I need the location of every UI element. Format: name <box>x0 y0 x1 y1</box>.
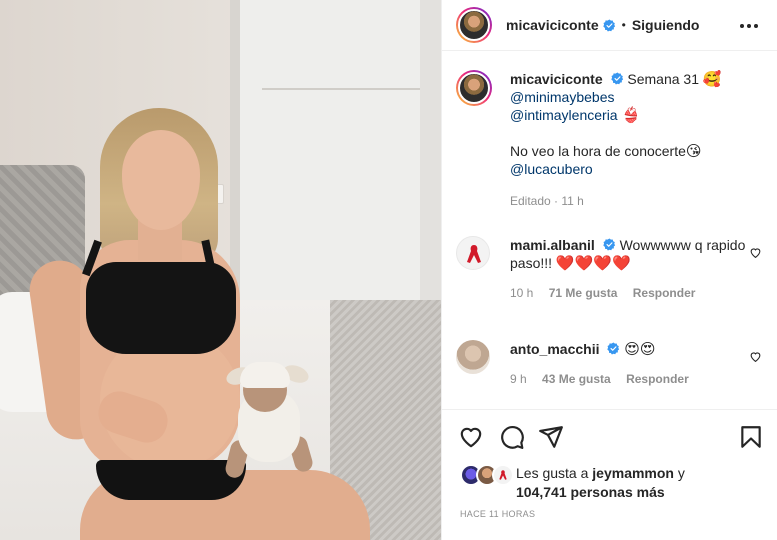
liker-avatar <box>492 464 514 486</box>
mention-link[interactable]: @intimaylenceria <box>510 107 618 123</box>
post-side-panel: micaviciconte • Siguiendo micaviciconte … <box>441 0 777 540</box>
comment-time: 9 h <box>510 372 527 386</box>
save-bookmark-icon[interactable] <box>738 424 764 450</box>
commenter-username[interactable]: anto_macchii <box>510 341 599 357</box>
comment-item: mami.albanil Wowwwww q rapido paso!!! ❤️… <box>456 236 776 302</box>
following-button[interactable]: Siguiendo <box>632 17 700 33</box>
black-underwear <box>96 460 246 500</box>
caption-line: No veo la hora de conocerte <box>510 143 686 159</box>
likes-prefix: Les gusta a <box>516 465 589 481</box>
likes-conj: y <box>677 465 685 481</box>
caption-username[interactable]: micaviciconte <box>510 71 603 87</box>
comment-like-heart-icon[interactable] <box>749 246 762 259</box>
mention-link[interactable]: @minimaybebes <box>510 88 766 106</box>
liker-username[interactable]: jeymammon <box>592 465 674 481</box>
closet-line <box>262 88 422 90</box>
post-header: micaviciconte • Siguiendo <box>442 0 777 51</box>
author-avatar[interactable] <box>456 7 492 43</box>
post-photo[interactable] <box>0 0 441 540</box>
comment-icon[interactable] <box>499 424 525 450</box>
heart-eyes-emoji: 😍😍 <box>624 340 656 358</box>
separator-dot: • <box>621 18 626 32</box>
reply-button[interactable]: Responder <box>633 286 696 300</box>
caption-author-avatar[interactable] <box>456 70 492 106</box>
like-heart-icon[interactable] <box>458 424 484 450</box>
closet-door <box>230 0 441 300</box>
comment-likes[interactable]: 43 Me gusta <box>542 372 611 386</box>
bikini-emoji: 👙 <box>621 106 641 124</box>
reply-button[interactable]: Responder <box>626 372 689 386</box>
comment-likes[interactable]: 71 Me gusta <box>549 286 618 300</box>
smiling-hearts-emoji: 🥰 <box>702 70 722 88</box>
author-username[interactable]: micaviciconte <box>506 17 599 33</box>
likes-count[interactable]: 104,741 personas más <box>516 484 665 500</box>
verified-badge-icon <box>607 342 620 355</box>
mention-link[interactable]: @lucacubero <box>510 160 766 178</box>
commenter-avatar[interactable] <box>456 340 490 374</box>
commenter-username[interactable]: mami.albanil <box>510 237 595 253</box>
commenter-avatar[interactable] <box>456 236 490 270</box>
verified-badge-icon <box>602 238 615 251</box>
likes-summary: Les gusta a jeymammon y 104,741 personas… <box>460 464 770 502</box>
hearts-emoji: ❤️❤️❤️❤️ <box>555 254 631 272</box>
lamb-wool-cap <box>240 362 290 388</box>
caption-text: Semana 31 <box>627 71 699 87</box>
kiss-emoji: 😘 <box>685 142 702 160</box>
comment-time: 10 h <box>510 286 534 300</box>
comment-like-heart-icon[interactable] <box>749 350 762 363</box>
more-options-icon[interactable] <box>740 18 758 34</box>
red-ribbon-icon <box>467 245 481 263</box>
red-ribbon-icon <box>499 470 507 480</box>
post-timestamp[interactable]: HACE 11 HORAS <box>460 509 535 519</box>
edited-timestamp: Editado · 11 h <box>510 194 584 208</box>
verified-badge-icon <box>610 72 623 85</box>
liker-avatars[interactable] <box>460 464 514 486</box>
wall-corner <box>230 0 240 300</box>
closet-edge <box>420 0 441 300</box>
action-bar <box>442 409 777 461</box>
comment-item: anto_macchii 😍😍 9 h 43 Me gusta Responde… <box>456 340 776 388</box>
share-icon[interactable] <box>538 424 564 450</box>
black-bra <box>86 262 236 354</box>
verified-badge-icon <box>602 19 615 32</box>
post-caption: micaviciconte Semana 31 🥰 @minimaybebes … <box>456 70 766 210</box>
